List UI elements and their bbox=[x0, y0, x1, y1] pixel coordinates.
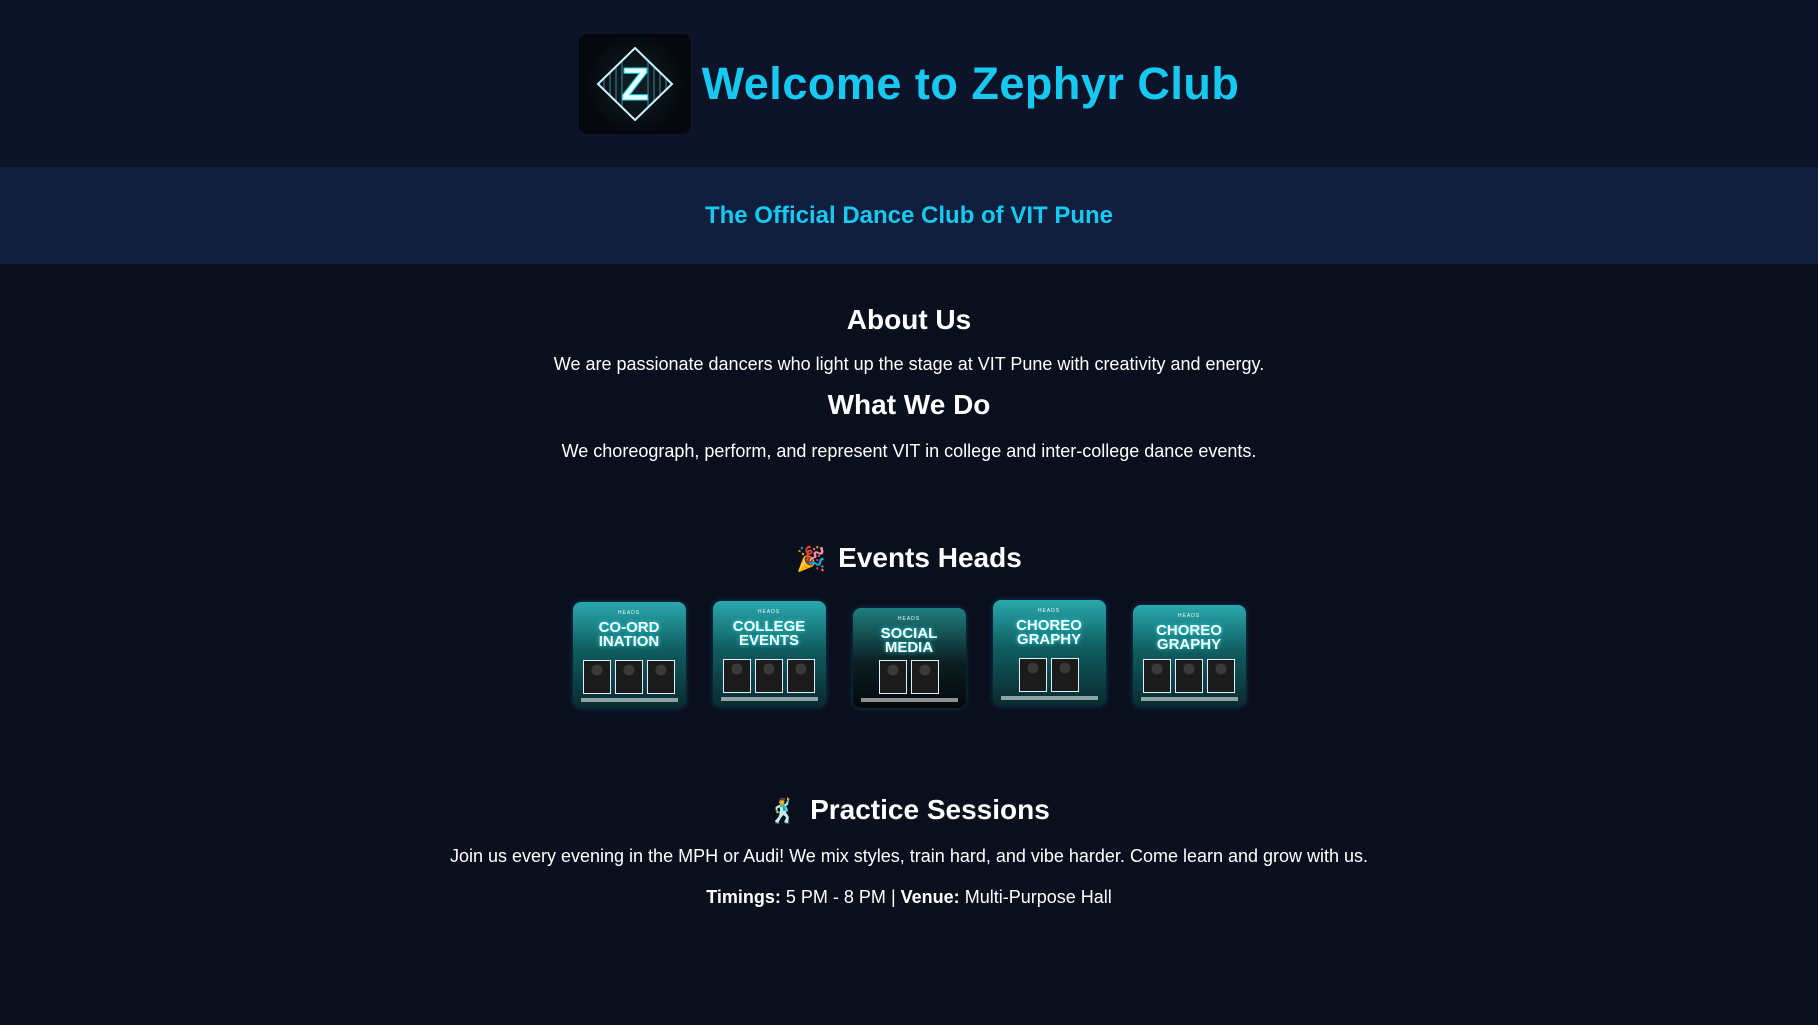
card-people bbox=[573, 660, 686, 694]
timings-value: 5 PM - 8 PM bbox=[785, 887, 886, 907]
college-events-heads-card[interactable]: HEADS COLLEGE EVENTS bbox=[712, 601, 826, 707]
card-footer bbox=[1140, 697, 1238, 701]
card-title: CHOREO GRAPHY bbox=[1156, 622, 1222, 653]
person-photo bbox=[787, 659, 815, 693]
events-heads-title: Events Heads bbox=[838, 542, 1022, 573]
about-section: About Us We are passionate dancers who l… bbox=[0, 304, 1818, 375]
card-people bbox=[993, 658, 1106, 692]
timings-label: Timings: bbox=[706, 887, 781, 907]
card-kicker: HEADS bbox=[1037, 608, 1061, 614]
site-header: Z Welcome to Zephyr Club bbox=[0, 0, 1818, 167]
card-kicker: HEADS bbox=[897, 616, 921, 622]
events-heads-section: 🎉 Events Heads HEADS CO-ORD INATION HEADS … bbox=[0, 542, 1818, 708]
zephyr-logo-icon: Z bbox=[596, 46, 674, 121]
person-photo bbox=[723, 659, 751, 693]
card-title: COLLEGE EVENTS bbox=[732, 618, 806, 649]
heads-card-row: HEADS CO-ORD INATION HEADS COLLEGE EVENTS … bbox=[0, 600, 1818, 708]
practice-sessions-title: Practice Sessions bbox=[810, 794, 1050, 825]
page-title: Welcome to Zephyr Club bbox=[701, 57, 1240, 109]
person-photo bbox=[755, 659, 783, 693]
person-photo bbox=[1143, 659, 1171, 693]
what-we-do-heading: What We Do bbox=[827, 389, 991, 420]
venue-label: Venue: bbox=[900, 887, 960, 907]
card-footer bbox=[580, 698, 678, 702]
person-photo bbox=[879, 660, 907, 694]
person-photo bbox=[647, 660, 675, 694]
card-kicker: HEADS bbox=[1177, 613, 1201, 619]
what-we-do-section: What We Do We choreograph, perform, and … bbox=[0, 389, 1818, 462]
person-photo bbox=[615, 660, 643, 694]
card-title: CO-ORD INATION bbox=[598, 619, 660, 650]
person-photo bbox=[1051, 658, 1079, 692]
practice-sessions-heading: 🕺 Practice Sessions bbox=[0, 794, 1818, 826]
card-title: CHOREO GRAPHY bbox=[1016, 617, 1082, 648]
card-footer bbox=[720, 697, 818, 701]
person-photo bbox=[583, 660, 611, 694]
zephyr-logo: Z bbox=[578, 33, 691, 134]
person-photo bbox=[911, 660, 939, 694]
choreography-heads-card-2[interactable]: HEADS CHOREO GRAPHY bbox=[1132, 605, 1246, 707]
separator: | bbox=[890, 887, 896, 907]
practice-sessions-section: 🕺 Practice Sessions Join us every evening… bbox=[0, 794, 1818, 908]
person-photo bbox=[1207, 659, 1235, 693]
person-photo bbox=[1175, 659, 1203, 693]
social-media-heads-card[interactable]: HEADS SOCIAL MEDIA bbox=[852, 608, 966, 708]
logo-letter: Z bbox=[621, 58, 649, 110]
practice-sessions-text: Join us every evening in the MPH or Audi… bbox=[449, 846, 1369, 866]
timings-line: Timings: 5 PM - 8 PM | Venue: Multi-Purp… bbox=[0, 887, 1818, 908]
card-kicker: HEADS bbox=[757, 609, 781, 615]
about-heading: About Us bbox=[846, 304, 972, 335]
card-kicker: HEADS bbox=[617, 610, 641, 616]
venue-value: Multi-Purpose Hall bbox=[964, 887, 1112, 907]
person-photo bbox=[1019, 658, 1047, 692]
about-text: We are passionate dancers who light up t… bbox=[553, 354, 1265, 374]
events-heads-heading: 🎉 Events Heads bbox=[0, 542, 1818, 574]
tagline-banner: The Official Dance Club of VIT Pune bbox=[0, 167, 1818, 264]
card-footer bbox=[860, 698, 958, 702]
card-people bbox=[713, 659, 826, 693]
card-footer bbox=[1000, 696, 1098, 700]
card-people bbox=[1133, 659, 1246, 693]
card-title: SOCIAL MEDIA bbox=[880, 625, 938, 656]
what-we-do-text: We choreograph, perform, and represent V… bbox=[561, 441, 1257, 461]
choreography-heads-card-1[interactable]: HEADS CHOREO GRAPHY bbox=[992, 600, 1106, 706]
card-people bbox=[853, 660, 966, 694]
dancer-icon: 🕺 bbox=[768, 797, 799, 825]
coordination-heads-card[interactable]: HEADS CO-ORD INATION bbox=[572, 602, 686, 708]
party-popper-icon: 🎉 bbox=[796, 545, 827, 573]
